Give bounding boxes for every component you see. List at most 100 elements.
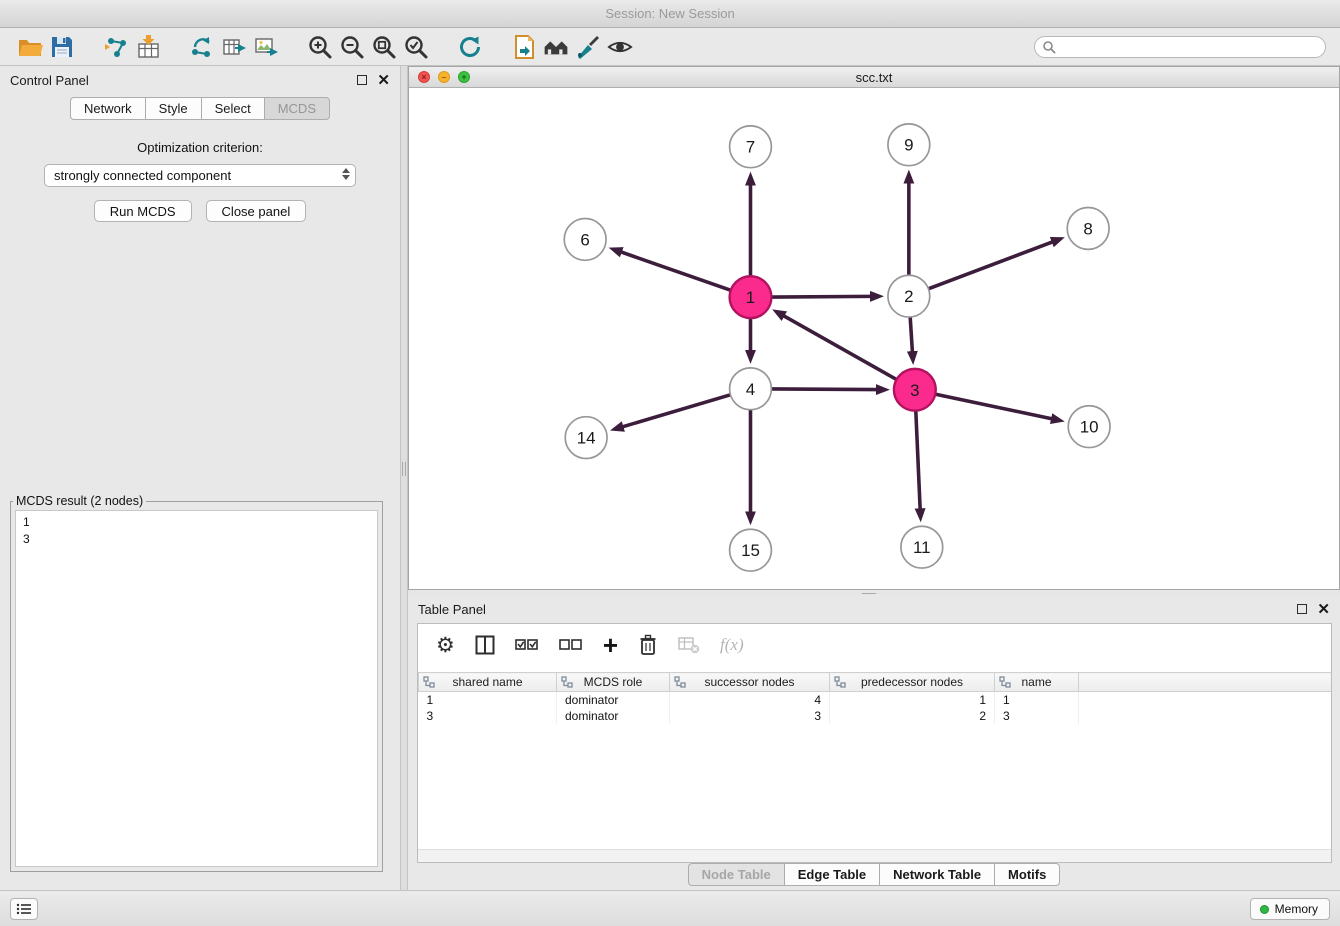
table-cell[interactable]: 2 — [830, 708, 995, 724]
save-session-icon[interactable] — [46, 31, 78, 63]
table-cell[interactable]: 3 — [419, 708, 557, 724]
table-row[interactable]: 3dominator323 — [419, 708, 1332, 724]
table-row[interactable]: 1dominator411 — [419, 692, 1332, 708]
table-panel-header: Table Panel ✕ — [408, 595, 1340, 623]
graph-edge-4-14[interactable] — [623, 395, 729, 426]
graph-node-8[interactable]: 8 — [1067, 208, 1109, 250]
zoom-out-icon[interactable] — [336, 31, 368, 63]
table-tab-network-table[interactable]: Network Table — [879, 863, 994, 886]
control-panel-tab-mcds[interactable]: MCDS — [264, 97, 330, 120]
graph-node-7[interactable]: 7 — [730, 126, 772, 168]
delete-rows-icon[interactable] — [638, 634, 658, 656]
graph-edge-3-11[interactable] — [916, 412, 920, 509]
control-panel-tab-style[interactable]: Style — [145, 97, 201, 120]
graph-edge-1-6[interactable] — [622, 252, 730, 290]
search-input[interactable] — [1034, 36, 1326, 58]
annotations-icon[interactable] — [572, 31, 604, 63]
table-cell[interactable]: 3 — [995, 708, 1079, 724]
column-header-predecessor-nodes[interactable]: predecessor nodes — [830, 673, 995, 692]
table-tab-node-table[interactable]: Node Table — [688, 863, 784, 886]
graph-node-14[interactable]: 14 — [565, 417, 607, 459]
graph-edge-2-8[interactable] — [929, 242, 1051, 288]
graph-edge-1-2[interactable] — [772, 296, 870, 297]
zoom-fit-icon[interactable] — [368, 31, 400, 63]
export-image-icon[interactable] — [250, 31, 282, 63]
table-cell[interactable]: dominator — [557, 692, 670, 708]
export-network-icon[interactable] — [186, 31, 218, 63]
first-neighbors-icon[interactable] — [540, 31, 572, 63]
column-header-MCDS-role[interactable]: MCDS role — [557, 673, 670, 692]
table-cell[interactable]: 1 — [995, 692, 1079, 708]
table-panel: Table Panel ✕ ⚙ + — [408, 595, 1340, 890]
show-details-eye-icon[interactable] — [604, 31, 636, 63]
network-graph[interactable]: 7 9 6 8 1 2 4 3 14 10 15 11 — [409, 88, 1339, 589]
import-network-icon[interactable] — [100, 31, 132, 63]
float-table-panel-icon[interactable] — [1297, 604, 1307, 614]
graph-node-label: 4 — [746, 380, 755, 399]
deselect-all-columns-icon[interactable] — [559, 637, 583, 653]
graph-node-11[interactable]: 11 — [901, 526, 943, 568]
graph-edge-3-1[interactable] — [784, 316, 895, 379]
window-titlebar[interactable]: Session: New Session — [0, 0, 1340, 28]
column-options-icon[interactable] — [561, 676, 573, 691]
add-row-icon[interactable]: + — [603, 635, 618, 656]
column-header-name[interactable]: name — [995, 673, 1079, 692]
graph-node-2[interactable]: 2 — [888, 275, 930, 317]
graph-node-4[interactable]: 4 — [730, 368, 772, 410]
refresh-view-icon[interactable] — [454, 31, 486, 63]
close-table-panel-icon[interactable]: ✕ — [1317, 602, 1330, 617]
style-document-icon[interactable] — [508, 31, 540, 63]
memory-button[interactable]: Memory — [1250, 898, 1330, 920]
maximize-window-icon[interactable]: + — [458, 71, 470, 83]
table-settings-gear-icon[interactable]: ⚙ — [436, 635, 455, 656]
table-tabs: Node TableEdge TableNetwork TableMotifs — [408, 863, 1340, 886]
float-panel-icon[interactable] — [357, 75, 367, 85]
column-options-icon[interactable] — [423, 676, 435, 691]
column-options-icon[interactable] — [834, 676, 846, 691]
task-history-button[interactable] — [10, 898, 38, 920]
run-mcds-button[interactable]: Run MCDS — [94, 200, 192, 222]
graph-node-9[interactable]: 9 — [888, 124, 930, 166]
table-horizontal-scrollbar[interactable] — [418, 849, 1331, 862]
control-panel-tabs: NetworkStyleSelectMCDS — [0, 97, 400, 120]
panel-splitter-vertical[interactable] — [400, 66, 408, 890]
control-panel-tab-network[interactable]: Network — [70, 97, 145, 120]
zoom-in-icon[interactable] — [304, 31, 336, 63]
control-panel-tab-select[interactable]: Select — [201, 97, 264, 120]
table-cell[interactable]: 3 — [670, 708, 830, 724]
network-canvas[interactable]: 7 9 6 8 1 2 4 3 14 10 15 11 — [409, 88, 1339, 589]
show-columns-icon[interactable] — [475, 635, 495, 655]
graph-edge-4-3[interactable] — [772, 389, 876, 390]
table-cell[interactable]: dominator — [557, 708, 670, 724]
network-window-titlebar[interactable]: × – + scc.txt — [409, 67, 1339, 88]
graph-edge-2-3[interactable] — [910, 318, 912, 351]
table-cell[interactable]: 4 — [670, 692, 830, 708]
graph-node-10[interactable]: 10 — [1068, 406, 1110, 448]
close-panel-icon[interactable]: ✕ — [377, 73, 390, 88]
column-header-successor-nodes[interactable]: successor nodes — [670, 673, 830, 692]
optimization-criterion-label: Optimization criterion: — [0, 140, 400, 155]
graph-node-15[interactable]: 15 — [730, 529, 772, 571]
import-table-icon[interactable] — [132, 31, 164, 63]
mcds-result-box[interactable]: 13 — [15, 510, 378, 867]
table-tab-edge-table[interactable]: Edge Table — [784, 863, 879, 886]
column-header-shared-name[interactable]: shared name — [419, 673, 557, 692]
close-panel-button[interactable]: Close panel — [206, 200, 307, 222]
column-options-icon[interactable] — [674, 676, 686, 691]
column-options-icon[interactable] — [999, 676, 1011, 691]
graph-node-3[interactable]: 3 — [894, 369, 936, 411]
optimization-dropdown[interactable]: strongly connected component — [44, 164, 356, 187]
minimize-window-icon[interactable]: – — [438, 71, 450, 83]
search-field — [1034, 36, 1326, 58]
export-table-icon[interactable] — [218, 31, 250, 63]
graph-node-1[interactable]: 1 — [730, 276, 772, 318]
table-cell[interactable]: 1 — [830, 692, 995, 708]
graph-edge-3-10[interactable] — [936, 394, 1051, 418]
graph-node-6[interactable]: 6 — [564, 218, 606, 260]
open-session-icon[interactable] — [14, 31, 46, 63]
zoom-selected-icon[interactable] — [400, 31, 432, 63]
table-tab-motifs[interactable]: Motifs — [994, 863, 1060, 886]
close-window-icon[interactable]: × — [418, 71, 430, 83]
select-all-columns-icon[interactable] — [515, 637, 539, 653]
table-cell[interactable]: 1 — [419, 692, 557, 708]
